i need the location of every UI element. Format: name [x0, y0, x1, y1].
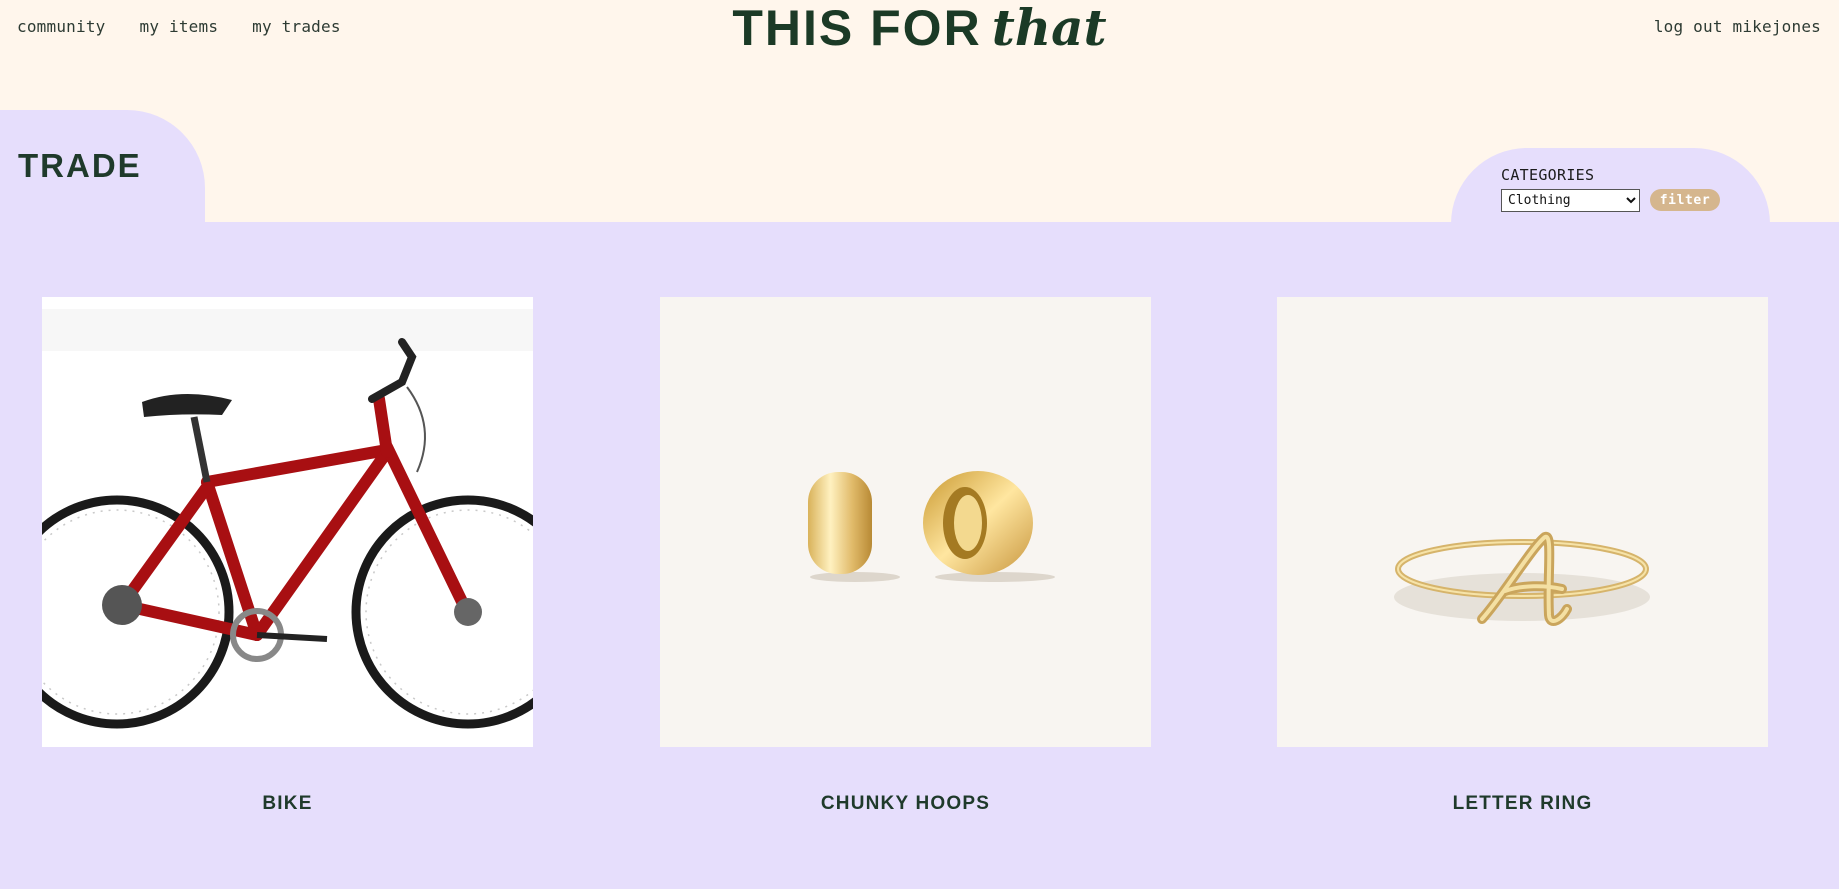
item-name: CHUNKY HOOPS — [820, 793, 991, 814]
bike-icon — [42, 309, 533, 729]
item-name: BIKE — [262, 793, 313, 814]
category-tab-shape — [1451, 148, 1770, 224]
category-select[interactable]: Clothing — [1501, 189, 1640, 212]
logout-link[interactable]: log out mikejones — [1654, 17, 1821, 36]
page-title: TRADE — [18, 147, 142, 184]
filter-button[interactable]: filter — [1650, 189, 1720, 211]
bike-photo[interactable] — [42, 297, 533, 747]
account-nav: log out mikejones — [1654, 17, 1821, 36]
item-card-chunky-hoops[interactable]: CHUNKY HOOPS — [660, 297, 1151, 814]
ring-photo[interactable] — [1277, 297, 1768, 747]
item-name: LETTER RING — [1452, 793, 1593, 814]
earrings-photo[interactable] — [660, 297, 1151, 747]
categories-label: CATEGORIES — [1501, 166, 1595, 184]
earrings-icon — [808, 471, 1055, 582]
brand-text-that: that — [991, 0, 1107, 57]
ring-icon — [1394, 532, 1650, 626]
item-card-letter-ring[interactable]: LETTER RING — [1277, 297, 1768, 814]
brand-logo: THIS FOR that — [0, 0, 1839, 56]
brand-text-main: THIS FOR — [732, 0, 982, 56]
item-card-bike[interactable]: BIKE — [42, 297, 533, 814]
